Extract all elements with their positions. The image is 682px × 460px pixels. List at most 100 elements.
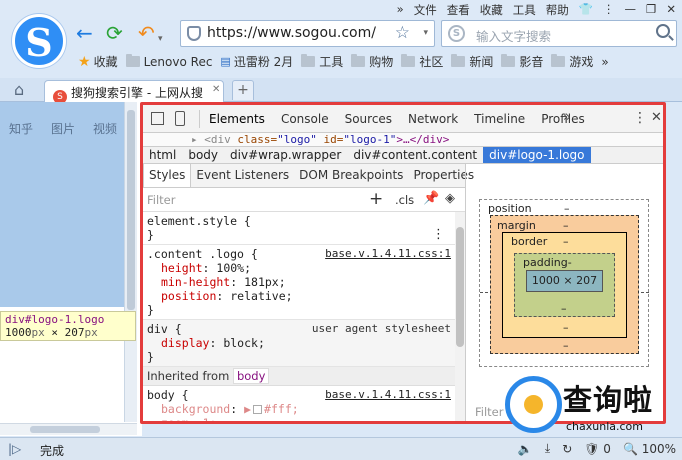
- new-rule-icon[interactable]: +: [369, 189, 383, 209]
- tab-console[interactable]: Console: [281, 112, 329, 126]
- download-icon[interactable]: ⤓: [545, 441, 550, 456]
- bookmark-lenovo[interactable]: Lenovo Rec: [125, 54, 212, 69]
- tab-close-icon[interactable]: ✕: [212, 84, 220, 95]
- crumb-html[interactable]: html: [143, 147, 182, 163]
- menu-tools[interactable]: 工具: [513, 2, 536, 18]
- tab-dom-breakpoints[interactable]: DOM Breakpoints: [294, 164, 408, 187]
- decl-min-height[interactable]: min-height: 181px;: [147, 275, 451, 289]
- menu-kebab-icon[interactable]: ⋮: [603, 2, 615, 18]
- box-guide-left: [480, 292, 488, 293]
- rule-body[interactable]: body { base.v.1.4.11.css:1 background: ▶…: [143, 386, 455, 421]
- page-nav-video[interactable]: 视频: [93, 120, 117, 137]
- new-tab-button[interactable]: +: [232, 80, 254, 100]
- crumb-logo[interactable]: div#logo-1.logo: [483, 147, 591, 163]
- restore-button[interactable]: ❐: [646, 2, 656, 18]
- menu-favorites[interactable]: 收藏: [480, 2, 503, 18]
- bookmark-news[interactable]: 新闻: [451, 53, 493, 70]
- adblock-counter[interactable]: 🛡 0: [584, 442, 611, 456]
- scrollbar-thumb[interactable]: [30, 426, 100, 433]
- bookmark-community[interactable]: 社区: [401, 53, 443, 70]
- rule-source-link[interactable]: base.v.1.4.11.css:1: [325, 247, 451, 261]
- menu-file[interactable]: 文件: [414, 2, 437, 18]
- rule-content-logo[interactable]: .content .logo { base.v.1.4.11.css:1 hei…: [143, 245, 455, 320]
- skin-icon[interactable]: 👕: [579, 2, 593, 18]
- sidebar-toggle-icon[interactable]: |▷: [8, 442, 21, 456]
- crumb-wrap[interactable]: div#wrap.wrapper: [224, 147, 347, 163]
- computed-filter-input[interactable]: Filter: [475, 405, 503, 419]
- address-bar[interactable]: https://www.sogou.com/ ☆ ▾: [180, 20, 435, 47]
- rule-source-link[interactable]: base.v.1.4.11.css:1: [325, 388, 451, 402]
- address-url[interactable]: https://www.sogou.com/: [207, 25, 376, 41]
- page-vertical-scrollbar[interactable]: [124, 102, 137, 422]
- refresh-button[interactable]: ⟳: [106, 22, 123, 44]
- menu-view[interactable]: 查看: [447, 2, 470, 18]
- crumb-content[interactable]: div#content.content: [347, 147, 483, 163]
- color-swatch[interactable]: [253, 405, 263, 414]
- home-icon[interactable]: ⌂: [14, 80, 24, 99]
- menu-help[interactable]: 帮助: [546, 2, 569, 18]
- bookmark-shopping[interactable]: 购物: [351, 53, 393, 70]
- sogou-browser-logo[interactable]: [12, 14, 66, 68]
- rule-element-style[interactable]: element.style { } ⋮: [143, 212, 455, 245]
- dom-tree-line[interactable]: ▸ <div class="logo" id="logo-1">…</div>: [143, 133, 663, 146]
- close-window-button[interactable]: ✕: [666, 2, 676, 18]
- decl-position[interactable]: position: relative;: [147, 289, 451, 303]
- device-mode-icon[interactable]: [175, 111, 185, 126]
- rule-div-ua[interactable]: div { user agent stylesheet display: blo…: [143, 320, 455, 367]
- menu-more-chevron[interactable]: »: [397, 2, 404, 18]
- cls-toggle-button[interactable]: .cls: [395, 193, 414, 207]
- decl-zoom[interactable]: zoom: 1;: [147, 416, 451, 421]
- watermark-text: 查询啦: [563, 383, 654, 417]
- decl-height[interactable]: height: 100%;: [147, 261, 451, 275]
- tab-sources[interactable]: Sources: [345, 112, 392, 126]
- bookmark-video[interactable]: 影音: [501, 53, 543, 70]
- pane-divider[interactable]: [465, 164, 466, 421]
- tab-properties[interactable]: Properties: [408, 164, 479, 187]
- search-icon[interactable]: [656, 24, 670, 38]
- undo-dropdown-icon[interactable]: ▾: [158, 28, 163, 50]
- bookmark-games[interactable]: 游戏: [551, 53, 593, 70]
- tab-network[interactable]: Network: [408, 112, 458, 126]
- bookmark-favorites[interactable]: ★ 收藏: [78, 53, 118, 70]
- page-nav-zhihu[interactable]: 知乎: [9, 120, 33, 137]
- search-box[interactable]: S 输入文字搜索: [441, 20, 677, 47]
- zoom-level[interactable]: 🔍 100%: [623, 442, 676, 456]
- address-dropdown-icon[interactable]: ▾: [423, 28, 428, 38]
- styles-filter-input[interactable]: Filter: [147, 193, 175, 207]
- decl-background[interactable]: background: ▶ #fff;: [147, 402, 451, 416]
- bookmarks-more[interactable]: »: [601, 55, 608, 69]
- back-button[interactable]: ←: [76, 22, 93, 44]
- bookmark-xunlei[interactable]: ▤ 迅雷粉 2月: [220, 53, 293, 70]
- tab-styles[interactable]: Styles: [143, 164, 192, 187]
- devtools-close-icon[interactable]: ✕: [651, 110, 662, 125]
- crumb-body[interactable]: body: [182, 147, 224, 163]
- scrollbar-thumb[interactable]: [127, 110, 135, 310]
- page-horizontal-scrollbar[interactable]: [0, 423, 137, 435]
- bookmark-tools[interactable]: 工具: [301, 53, 343, 70]
- devtools-menu-icon[interactable]: ⋮: [633, 110, 647, 126]
- minimize-button[interactable]: —: [625, 2, 637, 18]
- bookmark-star-icon[interactable]: ☆: [395, 23, 410, 43]
- search-engine-icon[interactable]: S: [448, 25, 465, 42]
- scrollbar-thumb[interactable]: [456, 227, 464, 347]
- decl-display[interactable]: display: block;: [147, 336, 451, 350]
- styles-scrollbar[interactable]: [455, 212, 465, 421]
- sync-icon[interactable]: ↻: [562, 442, 572, 456]
- page-nav-images[interactable]: 图片: [51, 120, 75, 137]
- status-text: 完成: [40, 444, 65, 458]
- more-tabs-icon[interactable]: »: [563, 110, 571, 125]
- inspect-element-icon[interactable]: [151, 112, 164, 125]
- volume-icon[interactable]: 🔈: [518, 442, 533, 456]
- inherited-body-link[interactable]: body: [232, 368, 270, 384]
- security-shield-icon[interactable]: [187, 26, 201, 41]
- computed-toggle-icon[interactable]: ◈: [445, 191, 455, 206]
- tab-event-listeners[interactable]: Event Listeners: [191, 164, 294, 187]
- tab-sogou[interactable]: S 搜狗搜索引擎 - 上网从搜: [44, 80, 224, 102]
- watermark-url: chaxunla.com: [566, 420, 643, 433]
- tab-timeline[interactable]: Timeline: [474, 112, 525, 126]
- rule-menu-icon[interactable]: ⋮: [432, 228, 445, 242]
- force-state-icon[interactable]: 📌: [423, 191, 439, 206]
- search-input[interactable]: 输入文字搜索: [476, 26, 551, 45]
- undo-close-button[interactable]: ↶: [138, 22, 155, 44]
- tab-elements[interactable]: Elements: [209, 112, 265, 126]
